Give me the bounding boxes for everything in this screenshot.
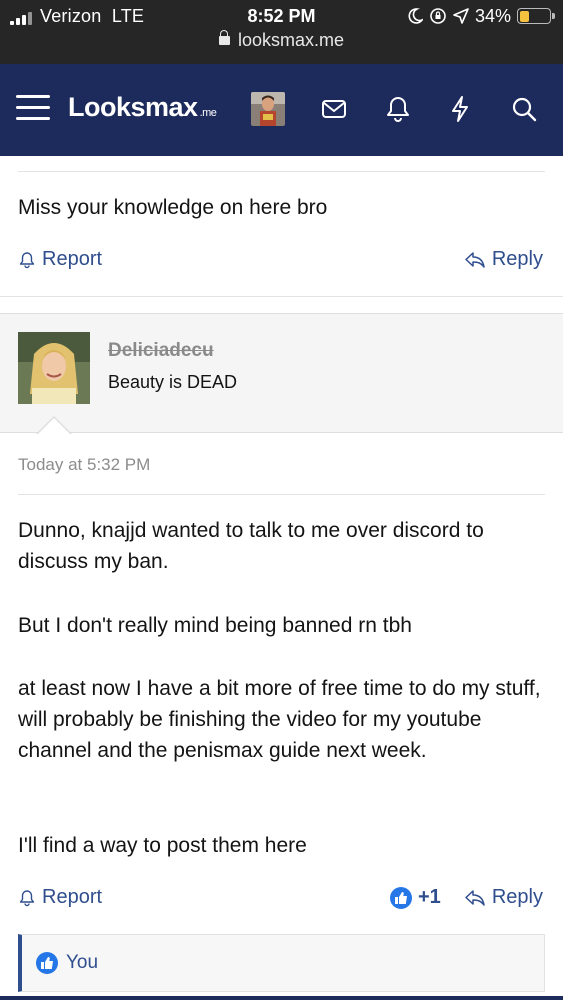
user-block-pointer-inner — [37, 418, 71, 435]
bell-icon — [19, 251, 35, 268]
post-timestamp[interactable]: Today at 5:32 PM — [18, 455, 150, 475]
report-button[interactable]: Report — [18, 886, 102, 909]
report-label: Report — [42, 248, 103, 270]
battery-percent: 34% — [474, 5, 511, 26]
post-paragraph: I'll find a way to post them here — [18, 834, 307, 857]
reply-arrow-icon — [465, 251, 485, 268]
post-message: Miss your knowledge on here bro — [18, 196, 328, 219]
post-user-block: Deliciadecu Beauty is DEAD — [0, 313, 563, 433]
divider — [18, 171, 545, 172]
reply-button[interactable]: Reply — [464, 248, 543, 271]
post-paragraph: at least now I have a bit more of free t… — [18, 677, 541, 762]
account-avatar[interactable] — [251, 92, 285, 126]
menu-icon[interactable] — [16, 95, 50, 121]
lock-icon — [218, 30, 230, 45]
user-title: Beauty is DEAD — [108, 372, 238, 392]
post-paragraph: Dunno, knajjd wanted to talk to me over … — [18, 519, 484, 573]
bell-icon — [19, 889, 35, 906]
site-logo[interactable]: Looksmax .me — [68, 92, 217, 123]
reply-label: Reply — [491, 886, 543, 908]
inbox-icon[interactable] — [319, 94, 349, 124]
divider — [18, 494, 545, 495]
divider — [0, 296, 563, 297]
liked-by-text: You — [66, 952, 99, 973]
post-paragraph: But I don't really mind being banned rn … — [18, 614, 412, 637]
reply-button[interactable]: Reply — [464, 886, 543, 909]
reply-label: Reply — [491, 248, 543, 270]
user-avatar[interactable] — [18, 332, 90, 404]
battery-icon — [517, 8, 555, 24]
logo-tld: .me — [199, 107, 217, 119]
thumbs-up-icon — [390, 886, 412, 909]
logo-text: Looksmax — [68, 92, 198, 122]
orientation-lock-icon — [430, 8, 446, 24]
report-label: Report — [42, 886, 103, 908]
moon-icon — [408, 8, 423, 24]
report-button[interactable]: Report — [18, 248, 102, 271]
thumbs-up-icon — [36, 952, 58, 974]
lightning-icon[interactable] — [445, 94, 475, 124]
address-bar[interactable]: looksmax.me — [0, 30, 563, 51]
like-count: +1 — [418, 886, 441, 908]
site-header: Looksmax .me — [0, 64, 563, 156]
status-bar: Verizon LTE 8:52 PM 34% looksmax.me — [0, 0, 563, 64]
username-link[interactable]: Deliciadecu — [108, 340, 214, 362]
bottom-edge — [0, 996, 563, 1000]
reply-arrow-icon — [465, 889, 485, 906]
bell-icon[interactable] — [383, 94, 413, 124]
search-icon[interactable] — [509, 94, 539, 124]
status-icons: 34% — [407, 5, 555, 27]
url-text: looksmax.me — [237, 30, 345, 50]
like-count-button[interactable]: +1 — [390, 886, 441, 909]
likes-summary[interactable]: You — [18, 934, 545, 992]
location-arrow-icon — [453, 8, 469, 24]
